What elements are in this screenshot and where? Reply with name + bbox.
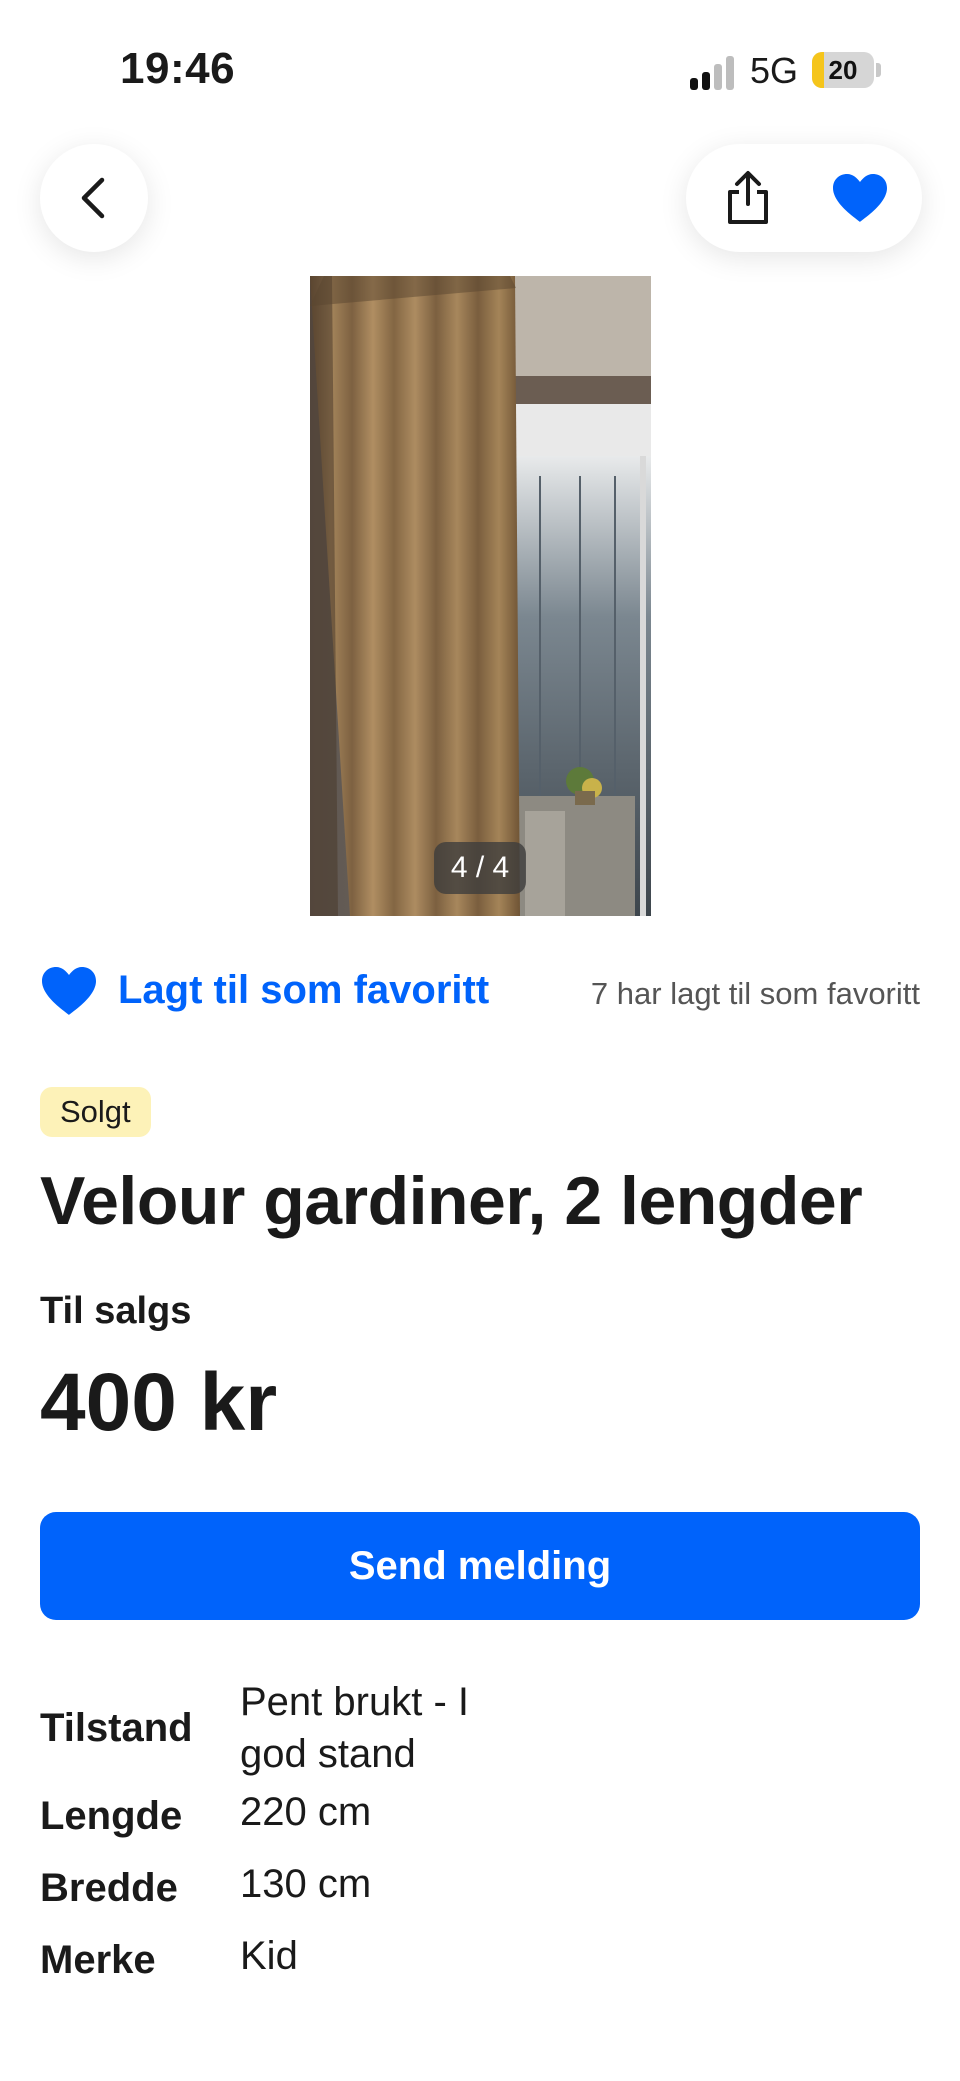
spec-value: Kid: [240, 1934, 298, 1978]
spec-value: 220 cm: [240, 1790, 372, 1834]
specs-table: Tilstand Pent brukt - I god stand Lengde…: [40, 1676, 920, 2002]
send-message-button[interactable]: Send melding: [40, 1512, 920, 1620]
price: 400 kr: [40, 1357, 278, 1448]
battery-level: 20: [828, 55, 858, 85]
favorite-button[interactable]: [824, 162, 896, 234]
status-badge: Solgt: [40, 1087, 151, 1137]
image-counter: 4 / 4: [434, 842, 526, 894]
listing-title: Velour gardiner, 2 lengder: [40, 1163, 863, 1239]
status-bar: 19:46 5G 20: [0, 0, 960, 140]
spec-key: Tilstand: [40, 1706, 193, 1750]
spec-row-length: Lengde 220 cm: [40, 1786, 920, 1858]
signal-icon: [690, 56, 734, 90]
share-icon: [728, 171, 768, 224]
heart-filled-icon: [42, 967, 96, 1015]
favorite-row[interactable]: Lagt til som favoritt 7 har lagt til som…: [40, 962, 920, 1022]
spec-value: Pent brukt - I god stand: [240, 1680, 469, 1776]
battery-icon: 20: [812, 52, 874, 88]
spec-key: Merke: [40, 1938, 156, 1982]
product-photo[interactable]: 4 / 4: [310, 276, 651, 916]
network-type: 5G: [750, 50, 799, 91]
actions-pill: [686, 144, 922, 252]
favorite-count: 7 har lagt til som favoritt: [590, 976, 920, 1011]
chevron-left-icon: [81, 177, 105, 219]
favorite-status-label[interactable]: Lagt til som favoritt: [118, 968, 489, 1013]
back-button[interactable]: [40, 144, 148, 252]
spec-row-condition: Tilstand Pent brukt - I god stand: [40, 1676, 920, 1786]
spec-value: 130 cm: [240, 1862, 372, 1906]
spec-row-brand: Merke Kid: [40, 1930, 920, 2002]
sale-type: Til salgs: [40, 1290, 192, 1332]
heart-filled-icon: [833, 174, 887, 222]
status-time: 19:46: [120, 44, 236, 93]
spec-key: Lengde: [40, 1794, 183, 1838]
share-button[interactable]: [712, 162, 784, 234]
curtain-photo-image: [310, 276, 651, 916]
spec-key: Bredde: [40, 1866, 178, 1910]
spec-row-width: Bredde 130 cm: [40, 1858, 920, 1930]
battery-nub: [876, 63, 881, 77]
